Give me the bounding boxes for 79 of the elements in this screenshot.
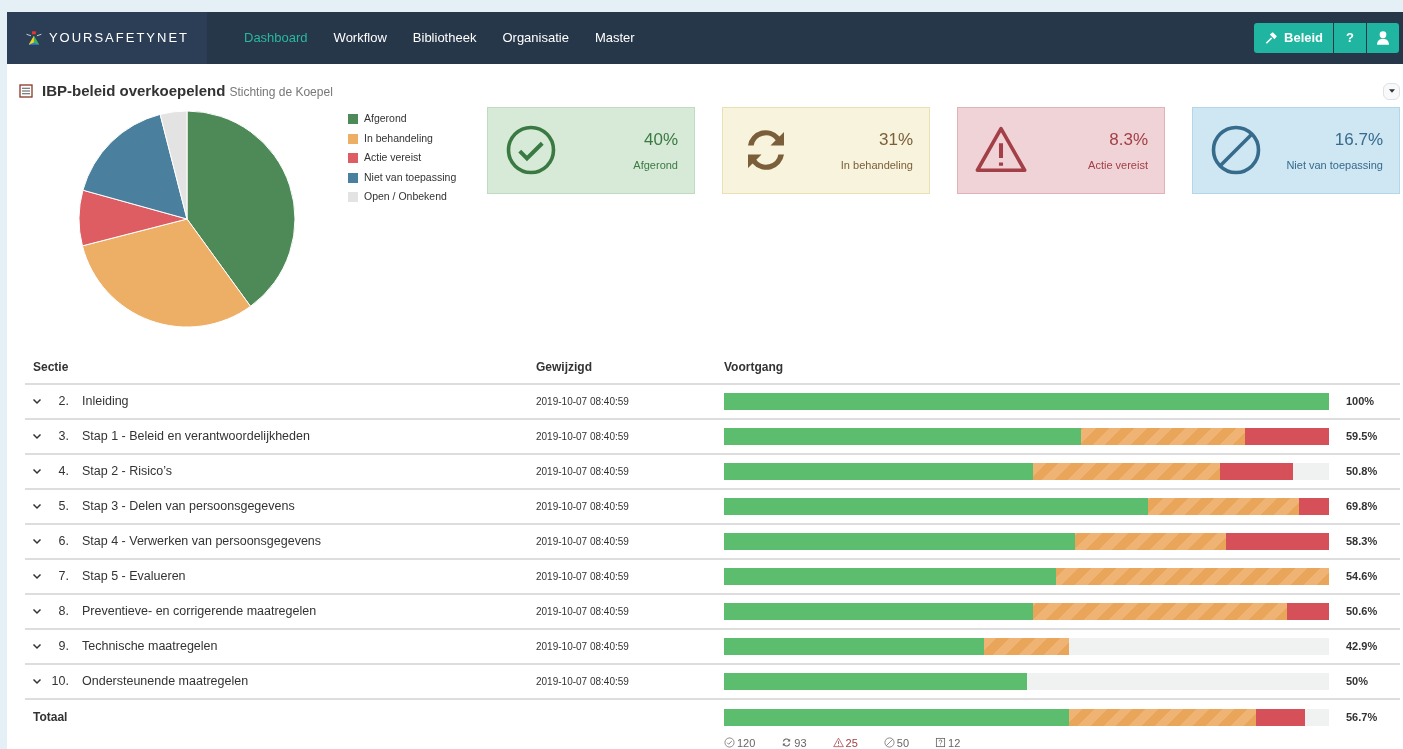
section-title: Preventieve- en corrigerende maatregelen bbox=[82, 602, 317, 620]
progress-percent: 50.8% bbox=[1345, 463, 1379, 479]
nav-link[interactable]: Master bbox=[581, 28, 648, 48]
nav-link[interactable]: Workflow bbox=[320, 28, 400, 48]
stat-value: 31% bbox=[877, 129, 913, 151]
stat-value: 16.7% bbox=[1333, 129, 1383, 151]
row-number: 5. bbox=[57, 497, 69, 515]
modified-date: 2019-10-07 08:40:59 bbox=[536, 674, 630, 689]
progress-percent: 50.6% bbox=[1345, 603, 1379, 619]
legend-label: In behandeling bbox=[364, 130, 433, 146]
ban-icon bbox=[1209, 123, 1263, 177]
total-label: Totaal bbox=[32, 709, 69, 726]
sync-arrows-icon bbox=[781, 737, 793, 749]
modified-date: 2019-10-07 08:40:59 bbox=[536, 499, 630, 514]
user-icon bbox=[1375, 30, 1391, 46]
legend-label: Niet van toepassing bbox=[364, 169, 457, 185]
progress-percent: 69.8% bbox=[1345, 498, 1379, 514]
row-number: 2. bbox=[57, 392, 69, 410]
check-circle-icon bbox=[504, 123, 558, 177]
legend-label: Actie vereist bbox=[364, 150, 422, 166]
nav-link[interactable]: Organisatie bbox=[489, 28, 582, 48]
section-title: Stap 5 - Evalueren bbox=[82, 567, 186, 585]
progress-percent: 59.5% bbox=[1345, 428, 1379, 444]
count-value: 25 bbox=[845, 735, 858, 749]
user-button[interactable] bbox=[1367, 23, 1399, 53]
row-number: 7. bbox=[57, 567, 69, 585]
page-subtitle: Stichting de Koepel bbox=[229, 84, 333, 101]
count-value: 93 bbox=[794, 735, 807, 749]
progress-percent: 100% bbox=[1345, 393, 1376, 409]
row-number: 9. bbox=[57, 637, 69, 655]
stat-label: Niet van toepassing bbox=[1286, 157, 1383, 173]
modified-date: 2019-10-07 08:40:59 bbox=[536, 394, 630, 409]
legend-label: Open / Onbekend bbox=[364, 189, 447, 205]
modified-date: 2019-10-07 08:40:59 bbox=[536, 464, 630, 479]
count-value: 120 bbox=[737, 735, 756, 749]
dropdown-button[interactable] bbox=[1383, 82, 1400, 100]
progress-percent: 54.6% bbox=[1345, 568, 1379, 584]
row-number: 3. bbox=[57, 427, 69, 445]
document-icon bbox=[18, 83, 34, 100]
column-header: Voortgang bbox=[724, 358, 785, 376]
progress-percent: 50% bbox=[1345, 673, 1370, 689]
stat-value: 40% bbox=[642, 129, 678, 151]
nav-link[interactable]: Bibliotheek bbox=[399, 28, 490, 48]
count-value: 50 bbox=[896, 735, 910, 749]
column-header: Gewijzigd bbox=[536, 358, 593, 376]
stat-label: Afgerond bbox=[633, 157, 678, 173]
ban-icon bbox=[883, 737, 895, 749]
count-value: 12 bbox=[948, 735, 961, 749]
progress-percent: 56.7% bbox=[1345, 709, 1379, 725]
nav-link[interactable]: Dashboard bbox=[231, 28, 321, 48]
section-title: Ondersteunende maatregelen bbox=[82, 672, 249, 690]
warning-icon bbox=[832, 737, 844, 749]
question-square-icon bbox=[935, 737, 947, 749]
row-number: 8. bbox=[57, 602, 69, 620]
modified-date: 2019-10-07 08:40:59 bbox=[536, 534, 630, 549]
progress-percent: 42.9% bbox=[1345, 638, 1379, 654]
section-title: Stap 2 - Risico’s bbox=[82, 462, 173, 480]
row-number: 10. bbox=[50, 672, 69, 690]
section-title: Stap 4 - Verwerken van persoonsgegevens bbox=[82, 532, 322, 550]
progress-percent: 58.3% bbox=[1345, 533, 1379, 549]
modified-date: 2019-10-07 08:40:59 bbox=[536, 604, 630, 619]
row-number: 6. bbox=[57, 532, 69, 550]
section-title: Stap 1 - Beleid en verantwoordelijkheden bbox=[82, 427, 310, 445]
section-title: Stap 3 - Delen van persoonsgegevens bbox=[82, 497, 295, 515]
column-header: Sectie bbox=[32, 358, 70, 376]
section-title: Inleiding bbox=[82, 392, 129, 410]
row-number: 4. bbox=[57, 462, 69, 480]
section-title: Technische maatregelen bbox=[82, 637, 218, 655]
brand-logo: YOURSAFETYNET bbox=[7, 12, 207, 64]
stat-label: Actie vereist bbox=[1088, 157, 1148, 173]
stat-value: 8.3% bbox=[1108, 129, 1148, 151]
modified-date: 2019-10-07 08:40:59 bbox=[536, 569, 630, 584]
legend-label: Afgerond bbox=[364, 111, 407, 127]
stat-label: In behandeling bbox=[840, 157, 913, 173]
modified-date: 2019-10-07 08:40:59 bbox=[536, 429, 630, 444]
modified-date: 2019-10-07 08:40:59 bbox=[536, 639, 630, 654]
page-title: IBP-beleid overkoepelend bbox=[42, 81, 226, 101]
hammer-icon bbox=[1264, 31, 1279, 45]
check-circle-icon bbox=[724, 737, 735, 749]
